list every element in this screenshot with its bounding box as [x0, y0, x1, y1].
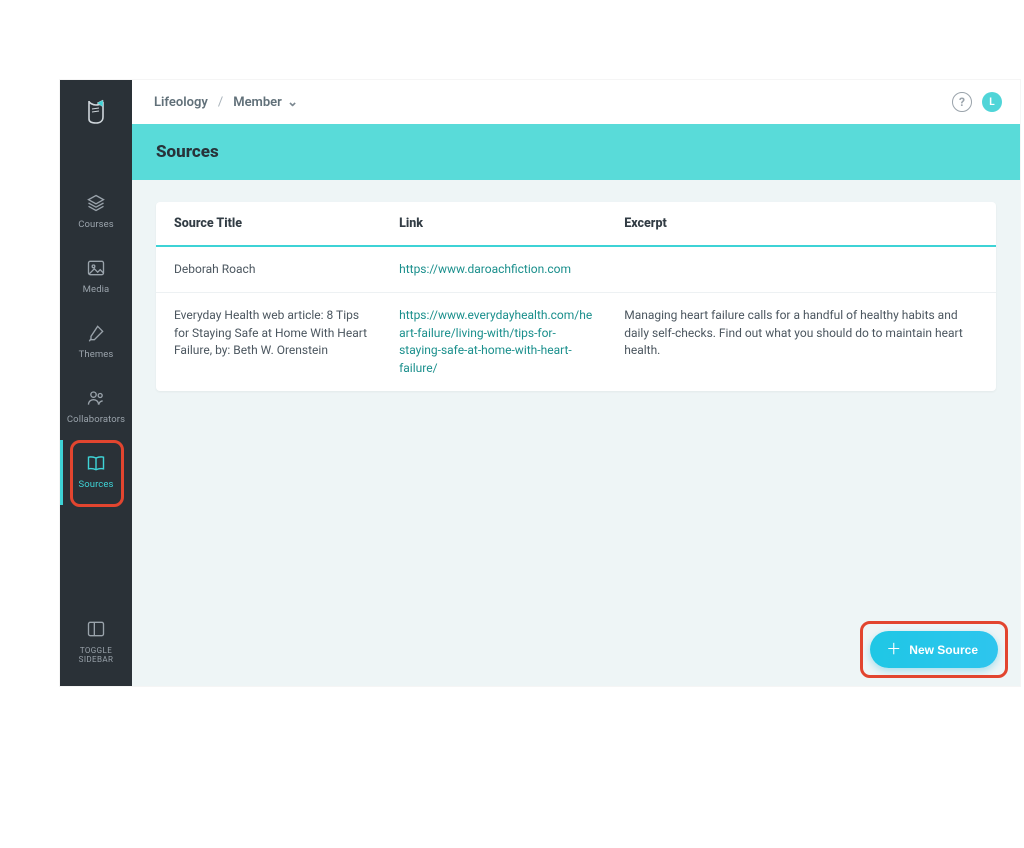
breadcrumb: Lifeology / Member ⌄ [154, 95, 298, 110]
sidebar-toggle-label: TOGGLESIDEBAR [79, 646, 114, 664]
page-title: Sources [156, 142, 996, 162]
cell-title: Everyday Health web article: 8 Tips for … [174, 307, 399, 377]
logo-icon [84, 97, 108, 125]
table-row[interactable]: Everyday Health web article: 8 Tips for … [156, 293, 996, 391]
col-header-link: Link [399, 216, 624, 231]
new-source-button[interactable]: ＋ New Source [870, 631, 998, 668]
sidebar-item-collaborators[interactable]: Collaborators [60, 375, 132, 440]
app-logo[interactable] [60, 80, 132, 142]
col-header-title: Source Title [174, 216, 399, 231]
paint-icon [85, 322, 107, 344]
fab-label: New Source [909, 643, 978, 657]
cell-link[interactable]: https://www.everydayhealth.com/heart-fai… [399, 307, 624, 377]
content-area: Source Title Link Excerpt Deborah Roach … [132, 180, 1020, 686]
image-icon [85, 257, 107, 279]
users-icon [85, 387, 107, 409]
table-row[interactable]: Deborah Roach https://www.daroachfiction… [156, 247, 996, 293]
app-shell: Courses Media Themes [60, 80, 1020, 686]
breadcrumb-separator: / [218, 95, 223, 110]
topbar: Lifeology / Member ⌄ ? L [132, 80, 1020, 124]
page-header: Sources [132, 124, 1020, 180]
sidebar: Courses Media Themes [60, 80, 132, 686]
cell-excerpt [624, 261, 978, 278]
breadcrumb-current[interactable]: Member ⌄ [233, 95, 298, 110]
sidebar-item-sources[interactable]: Sources [60, 440, 132, 505]
sidebar-item-themes[interactable]: Themes [60, 310, 132, 375]
main-panel: Lifeology / Member ⌄ ? L Sources Source … [132, 80, 1020, 686]
sidebar-item-label: Collaborators [67, 415, 125, 426]
sidebar-item-media[interactable]: Media [60, 245, 132, 310]
sidebar-item-label: Media [83, 285, 110, 296]
col-header-excerpt: Excerpt [624, 216, 978, 231]
table-header-row: Source Title Link Excerpt [156, 202, 996, 247]
chevron-down-icon: ⌄ [287, 95, 298, 110]
cell-title: Deborah Roach [174, 261, 399, 278]
cell-excerpt: Managing heart failure calls for a handf… [624, 307, 978, 377]
avatar[interactable]: L [982, 92, 1002, 112]
stack-icon [85, 192, 107, 214]
help-icon[interactable]: ? [952, 92, 972, 112]
sidebar-item-label: Themes [79, 350, 114, 361]
sidebar-toggle-icon [85, 618, 107, 640]
sidebar-item-label: Sources [78, 480, 113, 491]
sidebar-toggle[interactable]: TOGGLESIDEBAR [60, 606, 132, 678]
sources-table: Source Title Link Excerpt Deborah Roach … [156, 202, 996, 391]
book-icon [85, 452, 107, 474]
breadcrumb-root[interactable]: Lifeology [154, 95, 208, 110]
fab-container: ＋ New Source [870, 631, 998, 668]
sidebar-item-courses[interactable]: Courses [60, 180, 132, 245]
sidebar-item-label: Courses [78, 220, 114, 231]
plus-icon: ＋ [886, 642, 901, 657]
cell-link[interactable]: https://www.daroachfiction.com [399, 261, 624, 278]
